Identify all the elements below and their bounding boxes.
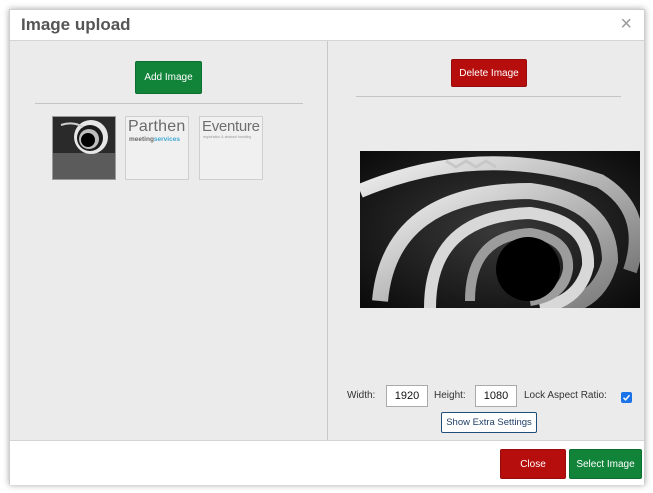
- parthen-logo-text: Parthen: [128, 118, 186, 135]
- dialog-footer: Close Select Image: [10, 440, 644, 485]
- image-library-pane: Add Image Parthen meetingservices Eventu…: [10, 41, 328, 440]
- thumbnail-spiral[interactable]: [52, 116, 116, 180]
- image-upload-dialog: Image upload × Add Image Parthen meeting…: [9, 9, 645, 485]
- parthen-subtext-meeting: meeting: [129, 136, 154, 143]
- height-label: Height:: [434, 390, 466, 401]
- eventure-logo-subtext: registration & abstract handling: [203, 135, 252, 139]
- lock-aspect-ratio-label: Lock Aspect Ratio:: [524, 390, 607, 401]
- spiral-preview-image: [360, 151, 640, 308]
- right-divider: [356, 96, 621, 97]
- show-extra-settings-button[interactable]: Show Extra Settings: [441, 412, 537, 433]
- eventure-logo-text: Eventure: [202, 118, 260, 135]
- close-button[interactable]: Close: [500, 449, 566, 479]
- thumbnail-parthen[interactable]: Parthen meetingservices: [125, 116, 189, 180]
- dialog-titlebar: Image upload ×: [10, 10, 644, 41]
- checkmark-icon: [622, 394, 631, 401]
- delete-image-button[interactable]: Delete Image: [451, 59, 527, 87]
- parthen-logo-subtext: meetingservices: [129, 136, 180, 143]
- image-preview-pane: Delete Image Width: 1920 Height: 1080 Lo…: [328, 41, 644, 440]
- height-input[interactable]: 1080: [475, 385, 517, 407]
- dialog-title: Image upload: [21, 15, 131, 34]
- left-divider: [35, 103, 303, 104]
- width-label: Width:: [347, 390, 376, 401]
- spiral-thumbnail-image: [53, 117, 115, 179]
- select-image-button[interactable]: Select Image: [569, 449, 642, 479]
- lock-aspect-ratio-checkbox[interactable]: [621, 392, 632, 403]
- close-icon[interactable]: ×: [620, 14, 632, 34]
- image-preview: [360, 151, 640, 308]
- width-input[interactable]: 1920: [386, 385, 428, 407]
- dialog-body: Add Image Parthen meetingservices Eventu…: [10, 41, 644, 440]
- add-image-button[interactable]: Add Image: [135, 61, 202, 94]
- parthen-subtext-services: services: [153, 136, 180, 143]
- thumbnail-eventure[interactable]: Eventure registration & abstract handlin…: [199, 116, 263, 180]
